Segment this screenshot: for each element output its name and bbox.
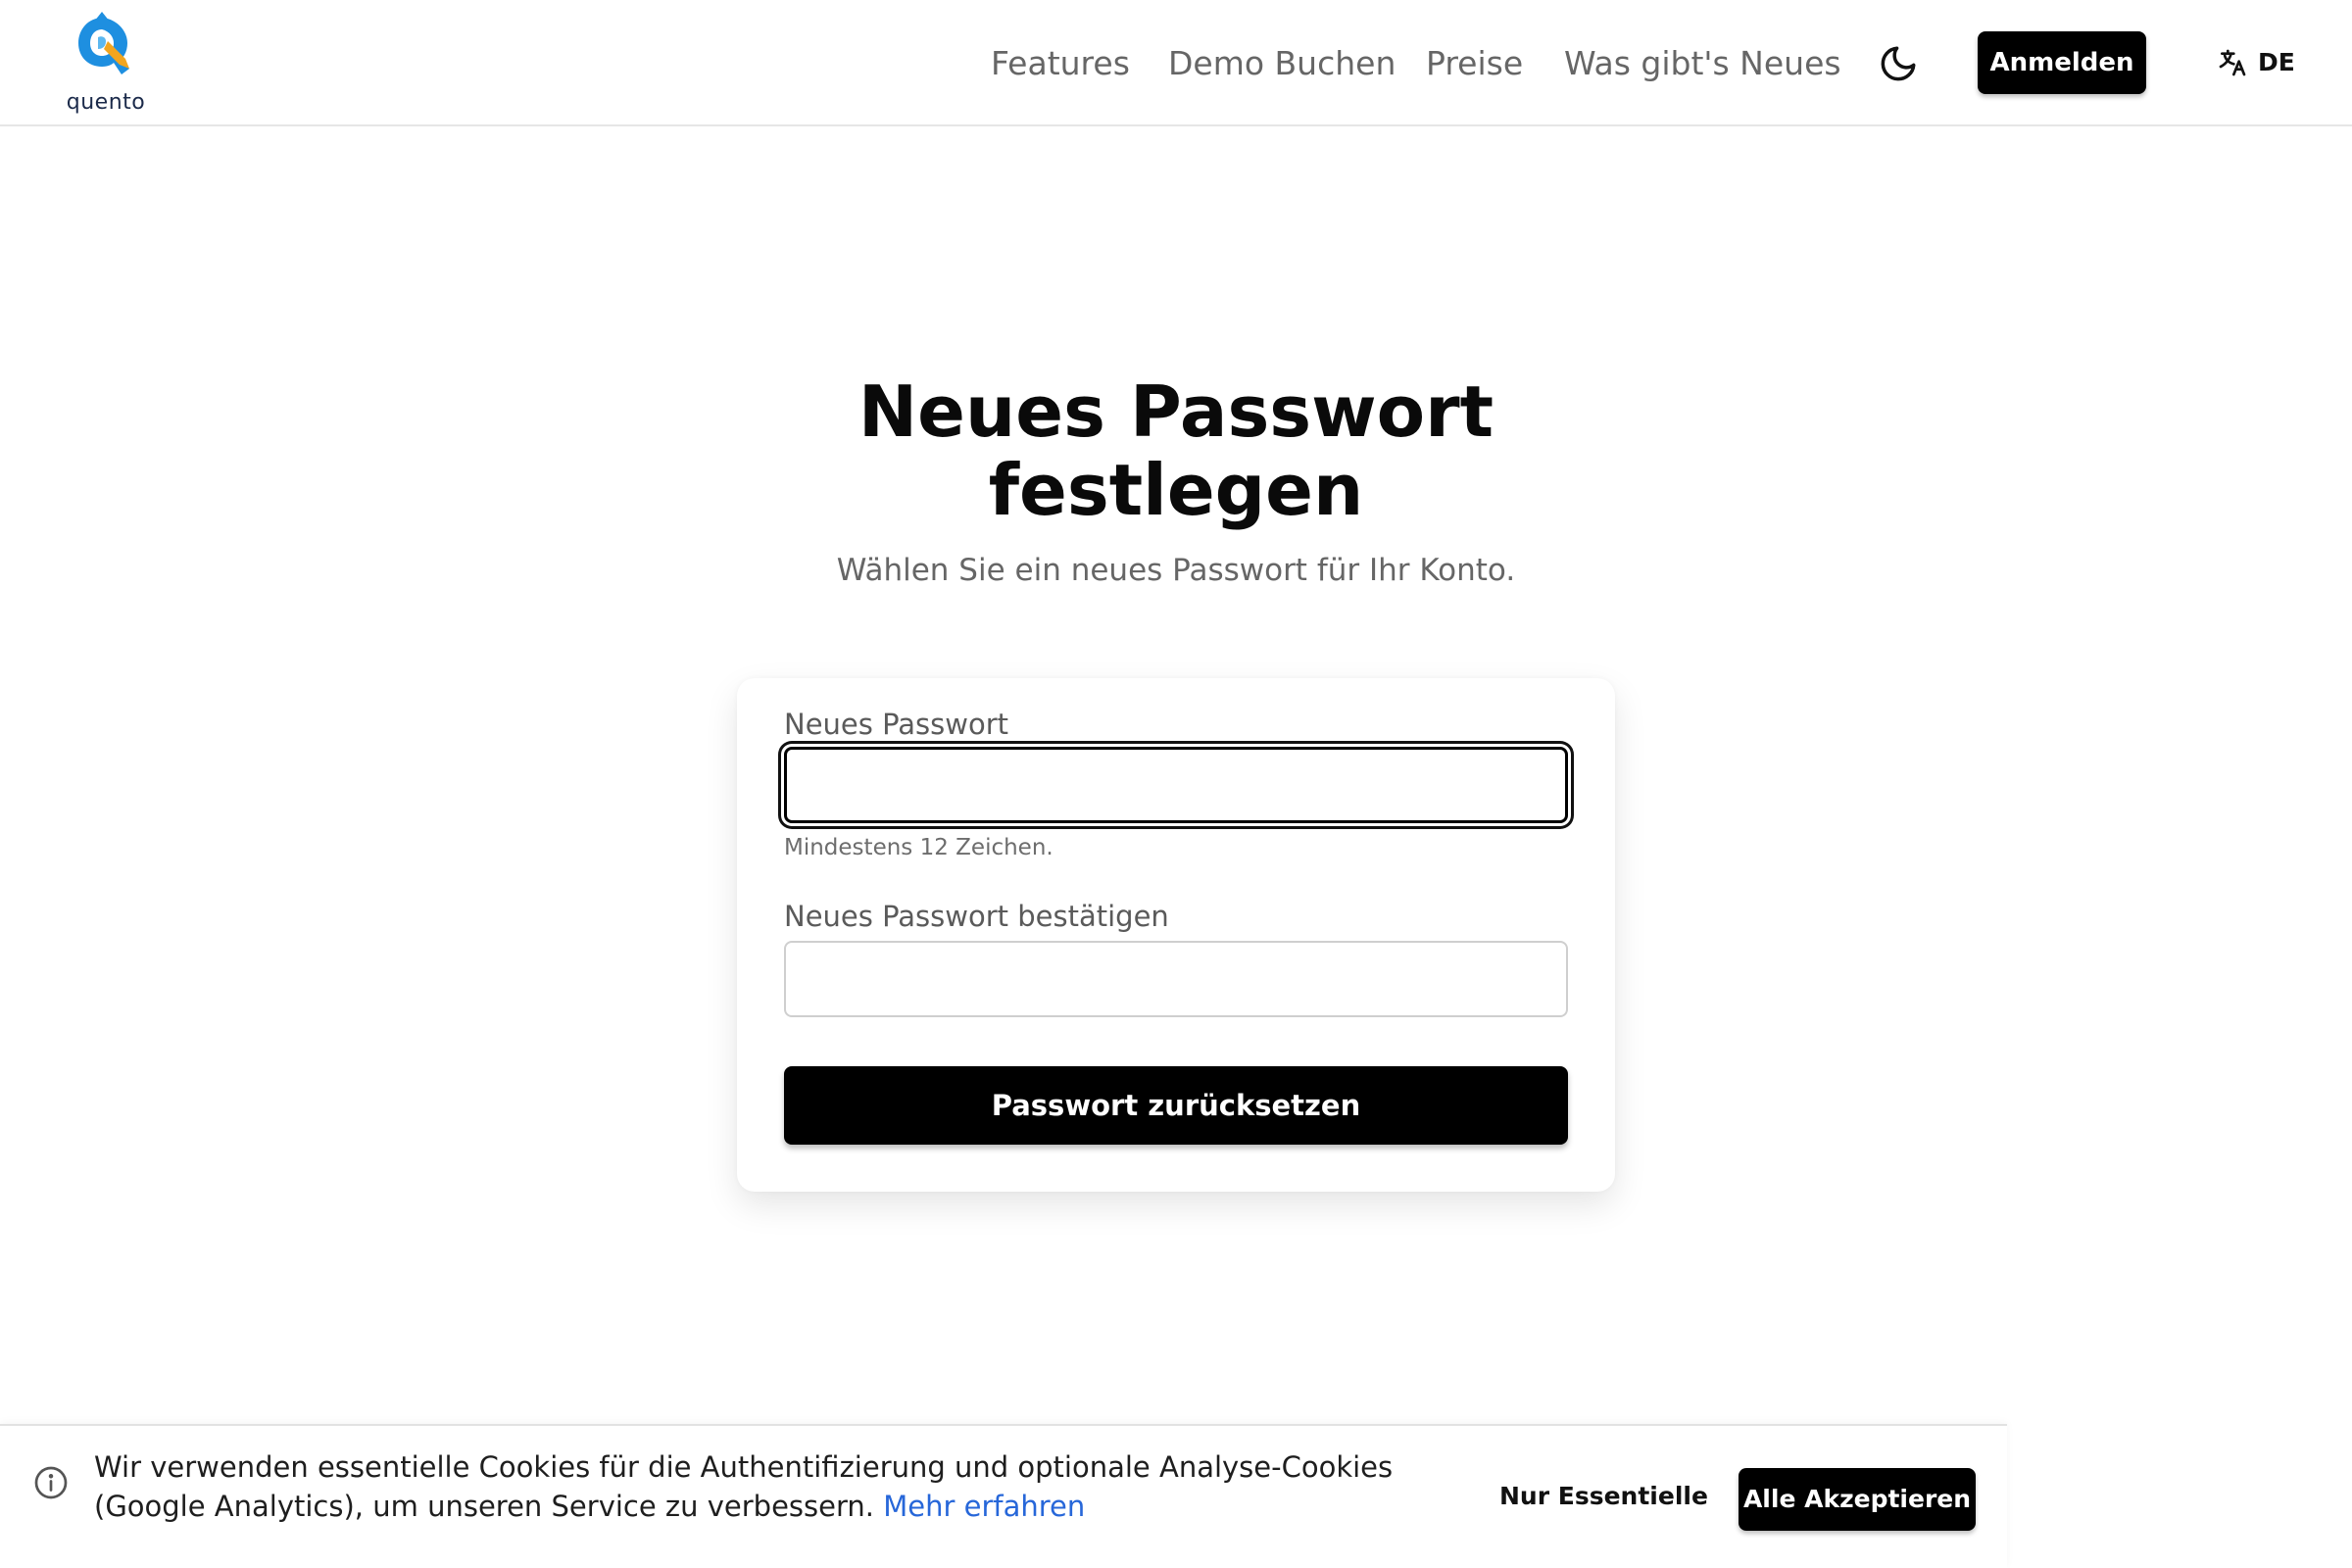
top-navigation-bar: quento Features Demo Buchen Preise Was g… — [0, 0, 2352, 126]
login-button[interactable]: Anmelden — [1978, 31, 2146, 94]
reset-password-form: Neues Passwort Mindestens 12 Zeichen. Ne… — [737, 678, 1615, 1192]
logo-text: quento — [66, 90, 146, 115]
info-icon — [34, 1466, 68, 1499]
confirm-password-label: Neues Passwort bestätigen — [784, 900, 1169, 933]
moon-icon[interactable] — [1878, 43, 1919, 84]
cookie-banner: Wir verwenden essentielle Cookies für di… — [0, 1424, 2007, 1568]
new-password-label: Neues Passwort — [784, 708, 1009, 741]
page-title: Neues Passwort festlegen — [686, 372, 1666, 529]
new-password-hint: Mindestens 12 Zeichen. — [784, 835, 1054, 860]
translate-icon — [2219, 49, 2246, 76]
accept-all-button[interactable]: Alle Akzeptieren — [1739, 1468, 1976, 1531]
reset-password-button[interactable]: Passwort zurücksetzen — [784, 1066, 1568, 1145]
nav-link-demo-buchen[interactable]: Demo Buchen — [1168, 39, 1396, 88]
page-title-line-2: festlegen — [988, 449, 1364, 531]
nav-link-preise[interactable]: Preise — [1426, 39, 1523, 88]
quento-logo[interactable]: quento — [61, 12, 145, 115]
cookie-message: Wir verwenden essentielle Cookies für di… — [94, 1447, 1466, 1526]
nav-link-features[interactable]: Features — [991, 39, 1130, 88]
cookie-text: Wir verwenden essentielle Cookies für di… — [94, 1450, 1394, 1523]
new-password-field[interactable] — [784, 747, 1568, 823]
quento-logo-icon — [78, 12, 129, 74]
cookie-learn-more-link[interactable]: Mehr erfahren — [883, 1490, 1085, 1523]
page-title-line-1: Neues Passwort — [858, 370, 1494, 453]
language-code: DE — [2258, 48, 2295, 76]
nav-link-whats-new[interactable]: Was gibt's Neues — [1564, 39, 1841, 88]
confirm-password-field[interactable] — [784, 941, 1568, 1017]
page-subtitle: Wählen Sie ein neues Passwort für Ihr Ko… — [836, 553, 1516, 588]
essential-only-button[interactable]: Nur Essentielle — [1499, 1465, 1708, 1528]
